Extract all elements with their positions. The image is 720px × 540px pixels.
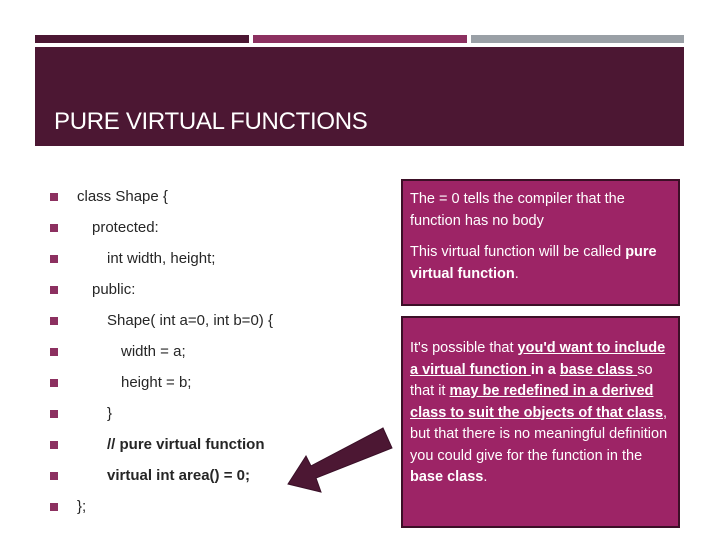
accent-bar-2 [253, 35, 467, 43]
code-line-text: // pure virtual function [107, 436, 265, 453]
code-line: int width, height; [50, 245, 390, 276]
bold-text: in a [530, 361, 560, 378]
arrow-shape [287, 427, 393, 493]
square-bullet-icon [50, 441, 58, 449]
text: This virtual function will be called [410, 244, 626, 260]
code-line-text: virtual int area() = 0; [107, 467, 250, 484]
code-line: public: [50, 276, 390, 307]
code-line-text: public: [92, 281, 136, 298]
code-line-text: }; [77, 498, 87, 515]
code-line: protected: [50, 214, 390, 245]
bold-term: base class [410, 469, 484, 485]
callout1-paragraph-2: This virtual function will be called pur… [410, 242, 671, 285]
slide-title: PURE VIRTUAL FUNCTIONS [54, 108, 368, 135]
square-bullet-icon [50, 286, 58, 294]
accent-bar-1 [35, 35, 249, 43]
code-line-text: Shape( int a=0, int b=0) { [107, 312, 273, 329]
code-line-text: int width, height; [107, 250, 216, 267]
text: . [514, 265, 519, 282]
square-bullet-icon [50, 193, 58, 201]
arrow-pointing-down-left-icon [287, 427, 393, 493]
code-line-text: height = b; [121, 374, 192, 391]
callout2-paragraph: It's possible that you'd want to include… [410, 338, 671, 489]
code-line-text: width = a; [121, 343, 186, 360]
callout-box-explanation: It's possible that you'd want to include… [401, 316, 680, 528]
title-banner: PURE VIRTUAL FUNCTIONS [35, 47, 684, 146]
code-line: width = a; [50, 338, 390, 369]
code-line: class Shape { [50, 183, 390, 214]
code-line: Shape( int a=0, int b=0) { [50, 307, 390, 338]
accent-bar-3 [471, 35, 684, 43]
callout1-paragraph-1: The = 0 tells the compiler that the func… [410, 191, 625, 229]
code-line-text: } [107, 405, 113, 422]
code-line-text: protected: [92, 219, 159, 236]
square-bullet-icon [50, 379, 58, 387]
square-bullet-icon [50, 255, 58, 263]
square-bullet-icon [50, 317, 58, 325]
square-bullet-icon [50, 503, 58, 511]
square-bullet-icon [50, 224, 58, 232]
square-bullet-icon [50, 472, 58, 480]
square-bullet-icon [50, 410, 58, 418]
text: It's possible that [410, 340, 518, 356]
square-bullet-icon [50, 348, 58, 356]
code-line: height = b; [50, 369, 390, 400]
code-line-text: class Shape { [77, 188, 168, 205]
text: . [483, 469, 488, 485]
underlined-phrase: base class [559, 361, 638, 378]
callout-box-pure-virtual: The = 0 tells the compiler that the func… [401, 179, 680, 306]
